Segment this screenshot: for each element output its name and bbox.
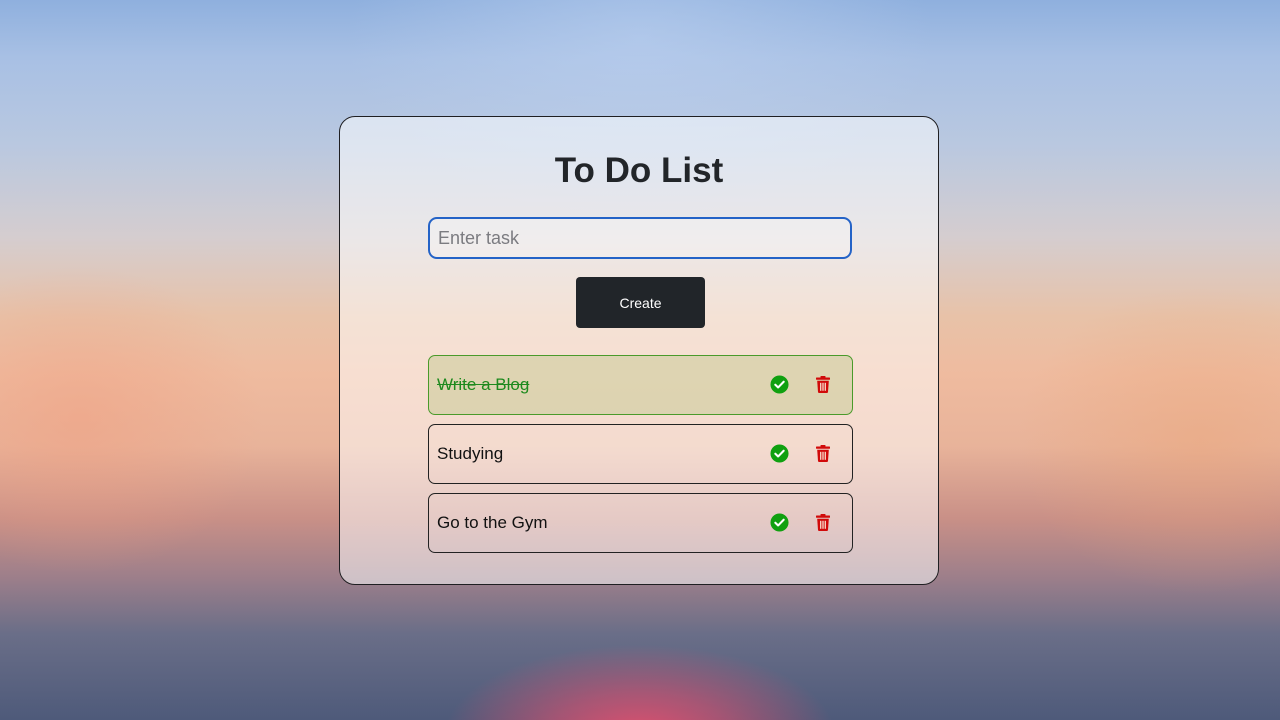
trash-icon[interactable] [816,376,830,393]
task-item: Write a Blog [428,355,853,415]
trash-icon[interactable] [816,514,830,531]
create-button[interactable]: Create [576,277,705,328]
check-circle-icon[interactable] [770,444,789,463]
task-text: Go to the Gym [437,513,548,532]
task-list: Write a Blog Studying Go to the Gym [428,355,853,562]
page-title: To Do List [554,151,724,190]
task-text: Studying [437,444,504,463]
check-circle-icon[interactable] [770,513,789,532]
task-input[interactable] [428,217,852,259]
task-item: Studying [428,424,853,484]
todo-card: To Do List Create Write a Blog Studying [339,116,939,585]
trash-icon[interactable] [816,445,830,462]
task-text: Write a Blog [437,375,530,394]
check-circle-icon[interactable] [770,375,789,394]
task-item: Go to the Gym [428,493,853,553]
